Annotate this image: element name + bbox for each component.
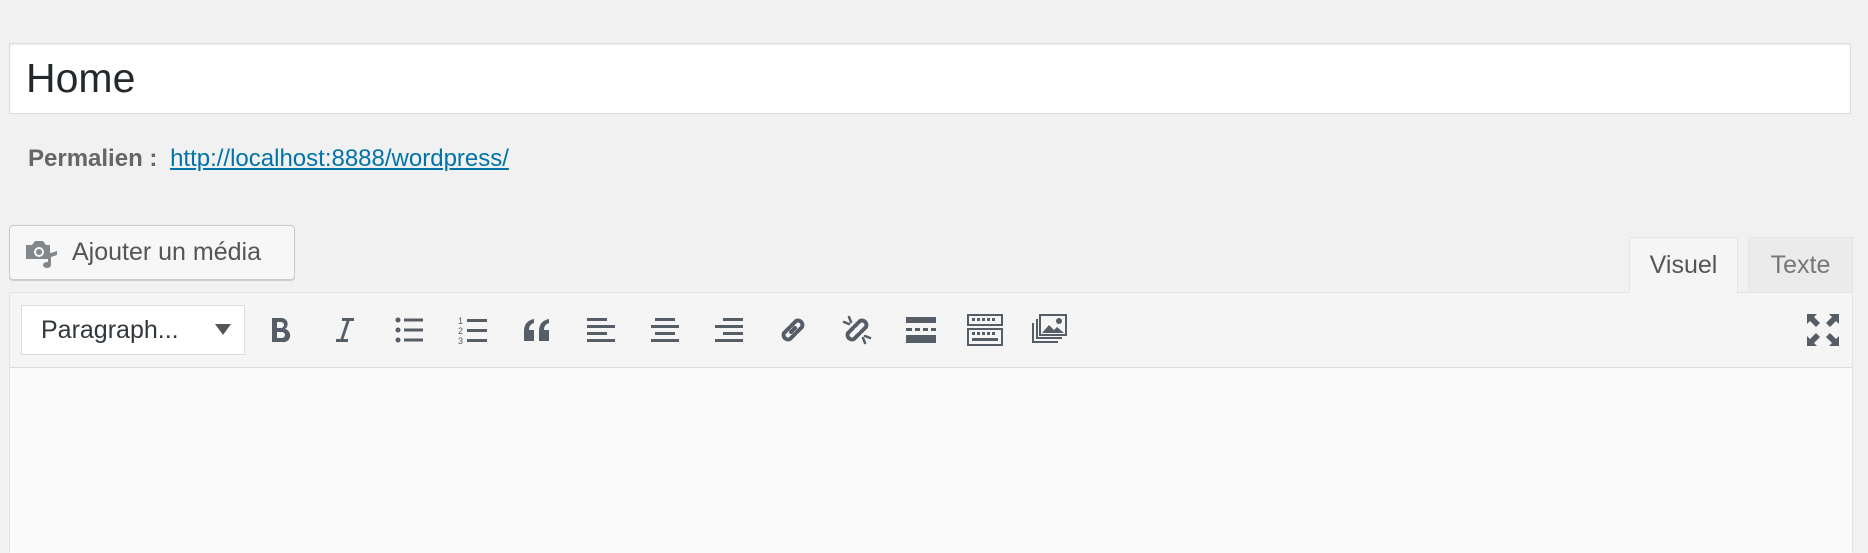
gallery-button[interactable] <box>1026 307 1072 353</box>
read-more-icon <box>906 317 936 343</box>
fullscreen-icon <box>1807 314 1839 346</box>
editor-toolbar: Paragraph... 1 2 3 <box>10 293 1852 368</box>
align-right-button[interactable] <box>706 307 752 353</box>
bold-icon <box>272 318 291 343</box>
add-media-button[interactable]: Ajouter un média <box>9 225 295 280</box>
tab-visual[interactable]: Visuel <box>1629 237 1738 293</box>
bold-button[interactable] <box>258 307 304 353</box>
svg-text:1: 1 <box>458 316 463 326</box>
align-left-icon <box>587 318 615 342</box>
gallery-icon <box>1032 314 1067 343</box>
editor-content-area[interactable] <box>10 368 1852 553</box>
editor-container: Paragraph... 1 2 3 <box>9 292 1853 553</box>
remove-link-button[interactable] <box>834 307 880 353</box>
add-media-label: Ajouter un média <box>72 238 262 266</box>
read-more-button[interactable] <box>898 307 944 353</box>
align-left-button[interactable] <box>578 307 624 353</box>
numbered-list-icon: 1 2 3 <box>458 316 487 345</box>
italic-button[interactable] <box>322 307 368 353</box>
format-select-value: Paragraph... <box>41 315 179 344</box>
permalink-link[interactable]: http://localhost:8888/wordpress/ <box>170 145 509 172</box>
format-select[interactable]: Paragraph... <box>21 305 245 355</box>
blockquote-button[interactable] <box>514 307 560 353</box>
link-icon <box>781 318 805 342</box>
permalink-label: Permalien : <box>28 145 158 172</box>
unlink-icon <box>842 315 872 345</box>
tab-visual-label: Visuel <box>1649 251 1718 279</box>
permalink-row: Permalien : http://localhost:8888/wordpr… <box>28 144 509 174</box>
post-title-input[interactable] <box>9 43 1851 114</box>
fullscreen-button[interactable] <box>1800 307 1846 353</box>
tab-text-label: Texte <box>1770 250 1831 279</box>
svg-text:2: 2 <box>458 326 463 336</box>
numbered-list-button[interactable]: 1 2 3 <box>450 307 496 353</box>
align-center-button[interactable] <box>642 307 688 353</box>
toolbar-toggle-button[interactable] <box>962 307 1008 353</box>
quote-icon <box>524 319 549 341</box>
chevron-down-icon <box>215 324 231 335</box>
align-right-icon <box>715 318 743 342</box>
bullet-list-icon <box>395 317 423 343</box>
camera-music-icon <box>24 237 58 269</box>
bullet-list-button[interactable] <box>386 307 432 353</box>
tab-text[interactable]: Texte <box>1748 237 1853 293</box>
insert-link-button[interactable] <box>770 307 816 353</box>
align-center-icon <box>651 318 679 342</box>
italic-icon <box>336 318 354 342</box>
keyboard-icon <box>967 314 1003 346</box>
svg-text:3: 3 <box>458 336 463 345</box>
